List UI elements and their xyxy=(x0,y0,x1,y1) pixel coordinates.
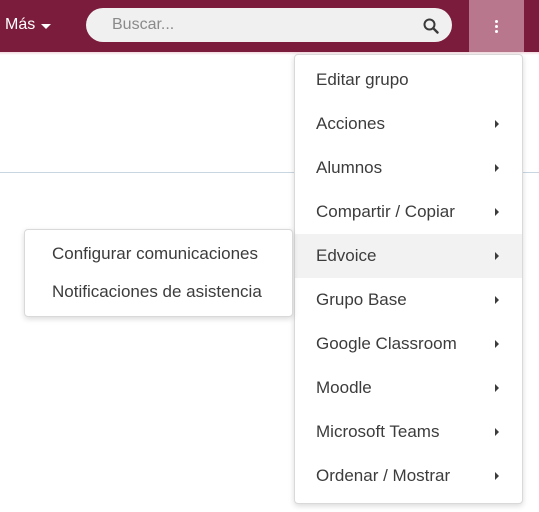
caret-right-icon xyxy=(495,164,499,172)
menu-item-google-classroom[interactable]: Google Classroom xyxy=(295,322,522,366)
kebab-icon xyxy=(495,19,498,33)
more-options-button[interactable] xyxy=(469,0,524,52)
caret-right-icon xyxy=(495,472,499,480)
caret-right-icon xyxy=(495,296,499,304)
caret-right-icon xyxy=(495,208,499,216)
caret-right-icon xyxy=(495,252,499,260)
group-options-dropdown: Editar grupo Acciones Alumnos Compartir … xyxy=(294,54,523,504)
search-input[interactable] xyxy=(112,8,412,42)
caret-right-icon xyxy=(495,340,499,348)
submenu-item-label: Notificaciones de asistencia xyxy=(52,282,262,301)
menu-item-label: Alumnos xyxy=(316,158,383,177)
submenu-item-notificaciones-asistencia[interactable]: Notificaciones de asistencia xyxy=(25,273,292,311)
menu-item-label: Ordenar / Mostrar xyxy=(316,466,451,485)
menu-item-label: Compartir / Copiar xyxy=(316,202,455,221)
submenu-item-configurar-comunicaciones[interactable]: Configurar comunicaciones xyxy=(25,235,292,273)
menu-item-edvoice[interactable]: Edvoice xyxy=(295,234,522,278)
menu-item-grupo-base[interactable]: Grupo Base xyxy=(295,278,522,322)
menu-item-acciones[interactable]: Acciones xyxy=(295,102,522,146)
menu-item-ordenar-mostrar[interactable]: Ordenar / Mostrar xyxy=(295,454,522,498)
submenu-item-label: Configurar comunicaciones xyxy=(52,244,258,263)
caret-down-icon xyxy=(41,23,52,29)
menu-item-moodle[interactable]: Moodle xyxy=(295,366,522,410)
menu-item-label: Google Classroom xyxy=(316,334,457,353)
menu-item-editar-grupo[interactable]: Editar grupo xyxy=(295,58,522,102)
more-menu-label: Más xyxy=(5,16,36,33)
menu-item-label: Microsoft Teams xyxy=(316,422,440,441)
edvoice-submenu: Configurar comunicaciones Notificaciones… xyxy=(24,229,293,317)
more-menu-button[interactable]: Más xyxy=(5,14,52,36)
menu-item-label: Acciones xyxy=(316,114,385,133)
menu-item-microsoft-teams[interactable]: Microsoft Teams xyxy=(295,410,522,454)
caret-right-icon xyxy=(495,428,499,436)
top-navbar: Más xyxy=(0,0,539,52)
menu-item-compartir-copiar[interactable]: Compartir / Copiar xyxy=(295,190,522,234)
menu-item-label: Moodle xyxy=(316,378,372,397)
search-icon[interactable] xyxy=(423,18,439,34)
search-box xyxy=(86,8,452,42)
menu-item-label: Edvoice xyxy=(316,246,377,265)
menu-item-alumnos[interactable]: Alumnos xyxy=(295,146,522,190)
caret-right-icon xyxy=(495,384,499,392)
menu-item-label: Grupo Base xyxy=(316,290,407,309)
menu-item-label: Editar grupo xyxy=(316,70,409,89)
caret-right-icon xyxy=(495,120,499,128)
